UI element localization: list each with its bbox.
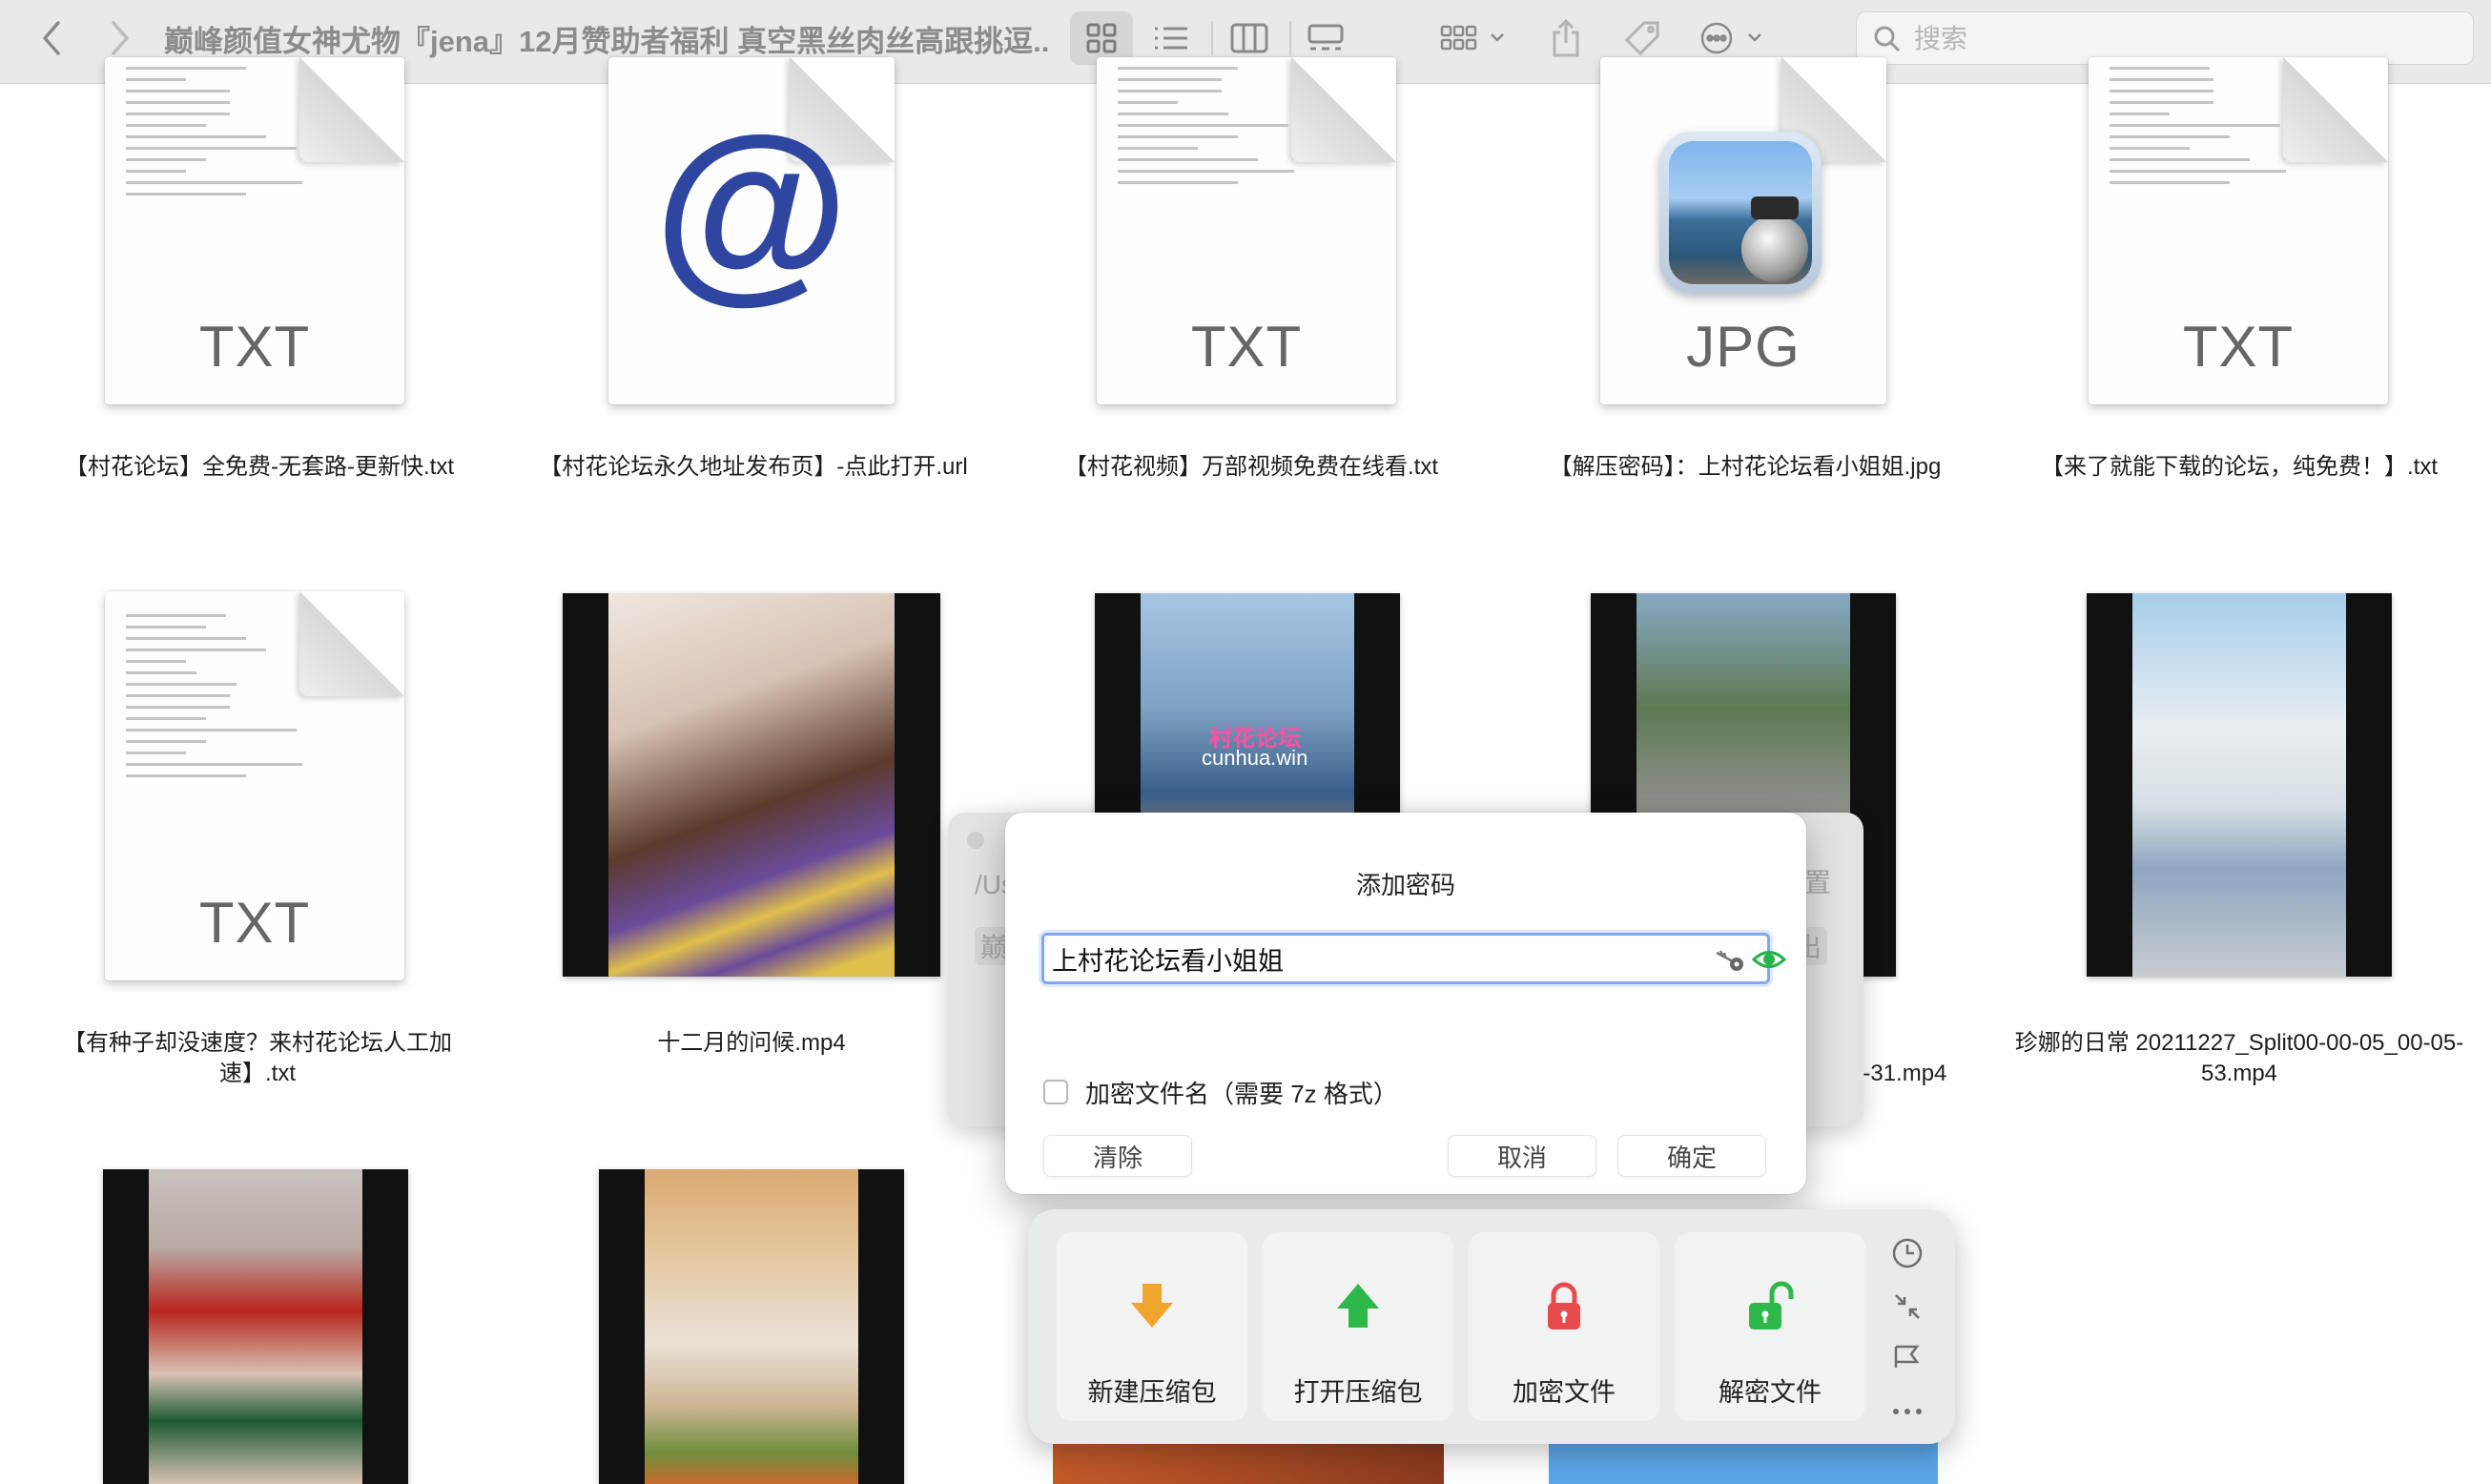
open-archive-label: 打开压缩包 (1293, 1378, 1423, 1407)
file-name[interactable]: 【解压密码】：上村花论坛看小姐姐.jpg (1514, 452, 1976, 483)
chevron-right-icon (112, 21, 129, 55)
search-input[interactable] (1914, 20, 2448, 58)
video-thumbnail[interactable] (2087, 593, 2392, 977)
history-clock-icon[interactable] (1888, 1234, 1926, 1272)
txt-file-icon[interactable]: TXT (2089, 57, 2388, 404)
decrypt-file-button[interactable]: 解密文件 (1675, 1232, 1865, 1421)
confirm-button[interactable]: 确定 (1617, 1135, 1766, 1177)
text-preview-lines (1118, 67, 1318, 193)
window-control (967, 832, 984, 849)
dialog-title: 添加密码 (1355, 871, 1455, 899)
archive-action-panel: 新建压缩包 打开压缩包 加密文件 解密文件 (1028, 1209, 1955, 1444)
back-button[interactable] (27, 13, 76, 63)
video-thumbnail[interactable] (1053, 1440, 1444, 1484)
add-password-dialog: 添加密码 加密文件名（需要 7z 格式） 清除 取消 确定 (1005, 813, 1806, 1194)
file-ext-label: TXT (198, 315, 311, 379)
gallery-icon (1307, 24, 1344, 51)
encrypt-file-button[interactable]: 加密文件 (1469, 1232, 1659, 1421)
encrypt-filenames-option[interactable]: 加密文件名（需要 7z 格式） (1043, 1076, 1398, 1108)
group-by-button[interactable] (1436, 11, 1516, 65)
right-label-fragment: 置 (1804, 868, 1832, 897)
video-thumbnail[interactable] (563, 593, 940, 977)
download-arrow-icon (1131, 1284, 1173, 1328)
jpg-file-icon[interactable]: JPG (1600, 57, 1886, 404)
unlock-icon (1749, 1281, 1794, 1329)
collapse-arrows-icon[interactable] (1888, 1288, 1926, 1326)
chevron-left-icon (43, 21, 60, 55)
key-icon[interactable] (1714, 945, 1746, 974)
url-file-icon[interactable]: @ (608, 57, 895, 404)
ellipsis-circle-icon (1700, 22, 1761, 54)
file-name[interactable]: 【有种子却没速度？来村花论坛人工加速】.txt (48, 1028, 467, 1089)
file-ext-label: TXT (2182, 315, 2295, 379)
toolbar-divider (1289, 21, 1291, 55)
file-name-partial[interactable]: 3-31.mp4 (1850, 1059, 1974, 1089)
txt-file-icon[interactable]: TXT (105, 57, 404, 404)
text-preview-lines (126, 614, 326, 786)
file-name[interactable]: 【村花视频】万部视频免费在线看.txt (1020, 452, 1482, 483)
file-ext-label: TXT (198, 891, 311, 955)
share-button[interactable] (1543, 11, 1589, 65)
video-thumbnail[interactable] (103, 1169, 408, 1484)
text-preview-lines (126, 67, 326, 204)
lock-icon (1548, 1282, 1580, 1329)
encrypt-filenames-label: 加密文件名（需要 7z 格式） (1085, 1079, 1398, 1108)
pin-icon[interactable] (1888, 1339, 1926, 1377)
file-ext-label: TXT (1190, 315, 1303, 379)
file-name[interactable]: 十二月的问候.mp4 (505, 1028, 998, 1059)
video-thumbnail[interactable] (599, 1169, 904, 1484)
encrypt-filenames-checkbox[interactable] (1043, 1080, 1068, 1104)
preview-app-icon (1659, 132, 1822, 294)
password-input[interactable] (1052, 939, 1643, 978)
file-name[interactable]: 【村花论坛】全免费-无套路-更新快.txt (29, 452, 490, 483)
cancel-button[interactable]: 取消 (1448, 1135, 1596, 1177)
toolbar-divider (1211, 21, 1213, 55)
file-name[interactable]: 【来了就能下载的论坛，纯免费！】.txt (2008, 452, 2470, 483)
clear-button[interactable]: 清除 (1043, 1135, 1192, 1177)
new-archive-button[interactable]: 新建压缩包 (1057, 1232, 1247, 1421)
more-dots-icon[interactable] (1888, 1391, 1926, 1429)
search-icon (1874, 26, 1901, 52)
tag-icon (1624, 21, 1659, 56)
file-ext-label: JPG (1686, 315, 1801, 379)
eye-icon[interactable] (1752, 945, 1786, 974)
columns-icon (1230, 23, 1268, 53)
list-icon (1155, 27, 1187, 50)
upload-arrow-icon (1337, 1284, 1379, 1328)
at-sign-icon: @ (653, 95, 850, 319)
forward-button[interactable] (95, 13, 145, 63)
encrypt-file-label: 加密文件 (1513, 1378, 1616, 1407)
file-name[interactable]: 珍娜的日常 20211227_Split00-00-05_00-05-53.mp… (2003, 1028, 2476, 1089)
new-archive-label: 新建压缩包 (1087, 1378, 1217, 1407)
txt-file-icon[interactable]: TXT (105, 591, 404, 980)
decrypt-file-label: 解密文件 (1719, 1378, 1822, 1407)
share-icon (1553, 18, 1579, 57)
watermark-domain: cunhua.win (1202, 746, 1308, 770)
text-preview-lines (2110, 67, 2310, 193)
file-name[interactable]: 【村花论坛永久地址发布页】-点此打开.url (523, 452, 984, 483)
group-grid-icon (1440, 25, 1504, 51)
open-archive-button[interactable]: 打开压缩包 (1263, 1232, 1453, 1421)
password-field[interactable] (1041, 933, 1786, 984)
txt-file-icon[interactable]: TXT (1097, 57, 1396, 404)
